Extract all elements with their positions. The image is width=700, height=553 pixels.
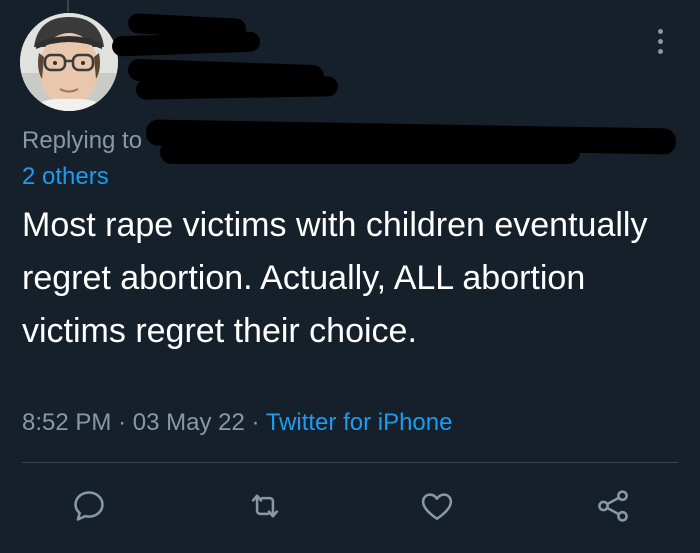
- more-vertical-icon[interactable]: [650, 24, 670, 58]
- tweet-source[interactable]: Twitter for iPhone: [266, 409, 453, 436]
- heart-icon: [421, 493, 453, 520]
- tweet-meta: 8:52 PM · 03 May 22 · Twitter for iPhone: [22, 409, 452, 437]
- meta-separator: ·: [118, 409, 127, 436]
- divider: [22, 462, 678, 463]
- retweet-icon: [251, 494, 279, 518]
- tweet-text: Most rape victims with children eventual…: [22, 206, 648, 350]
- avatar-photo: [20, 13, 118, 111]
- avatar[interactable]: [20, 13, 118, 111]
- like-button[interactable]: [415, 484, 459, 528]
- reply-icon: [74, 491, 104, 521]
- replying-label: Replying to: [22, 127, 142, 155]
- thread-line: [67, 0, 69, 12]
- tweet-time[interactable]: 8:52 PM: [22, 409, 111, 436]
- replying-prefix: Replying to: [22, 127, 143, 154]
- redacted-handle-2: [135, 76, 339, 100]
- redacted-reply-target-2: [160, 140, 580, 164]
- tweet-date[interactable]: 03 May 22: [133, 409, 245, 436]
- share-icon: [598, 490, 628, 522]
- reply-button[interactable]: [67, 484, 111, 528]
- redacted-display-name-2: [111, 31, 261, 57]
- retweet-button[interactable]: [243, 484, 287, 528]
- share-button[interactable]: [591, 484, 635, 528]
- action-bar: [0, 484, 700, 528]
- replying-others-link[interactable]: 2 others: [22, 163, 109, 191]
- meta-separator-2: ·: [251, 409, 260, 436]
